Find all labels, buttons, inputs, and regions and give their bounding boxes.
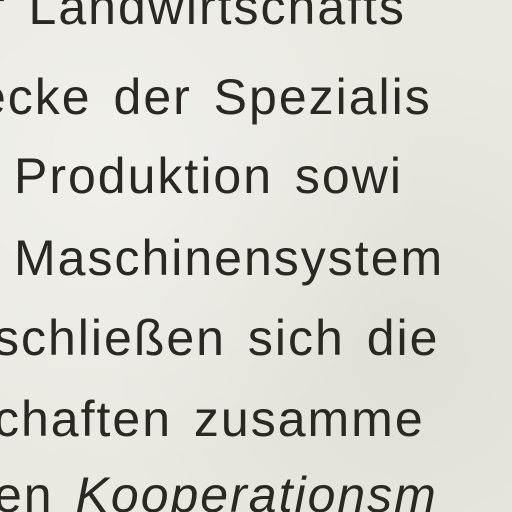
text-line-1: r Landwirtschafts: [0, 0, 406, 35]
italic-term-kooperations: Kooperationsm: [75, 467, 438, 512]
scanned-text-page: r Landwirtschafts ecke der Spezialis Pro…: [0, 0, 512, 512]
text-line-3: Produktion sowi: [14, 148, 403, 204]
text-line-7: en Kooperationsm: [0, 470, 438, 512]
text-line-7-lead: en: [0, 467, 54, 512]
text-line-4: Maschinensystem: [14, 230, 445, 286]
text-line-5: schließen sich die: [0, 310, 440, 366]
text-line-6: chaften zusamme: [0, 391, 425, 447]
text-line-2: ecke der Spezialis: [0, 69, 432, 125]
